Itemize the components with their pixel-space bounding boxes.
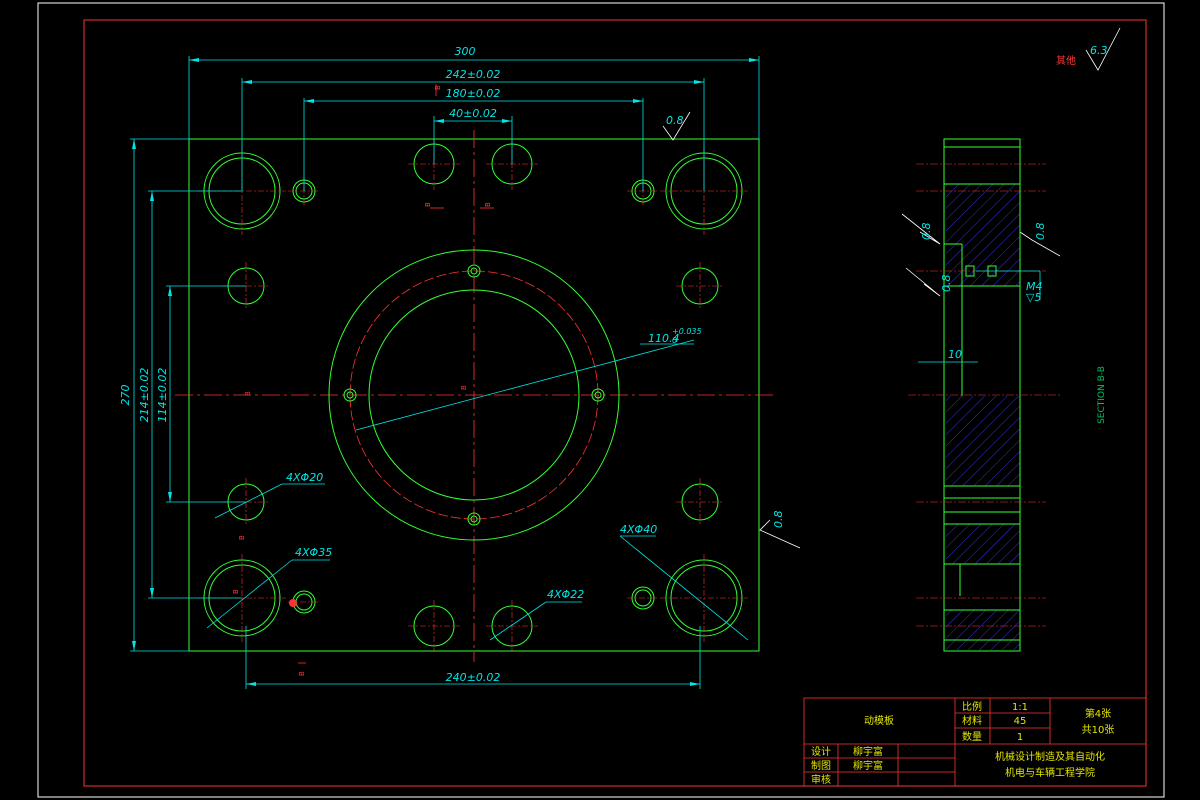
side-depth: ▽5 <box>1026 291 1041 304</box>
tb-sheet-no: 第4张 <box>1085 707 1111 720</box>
section-mark-8: B <box>298 671 306 676</box>
tb-part-name: 动模板 <box>864 714 894 727</box>
roughness-side-2: 0.8 <box>1034 223 1047 241</box>
dim-holes-20: 4XΦ20 <box>286 471 323 484</box>
dim-bore-tol-low: 0 <box>672 336 677 345</box>
dim-40: 40±0.02 <box>449 107 497 120</box>
section-label: SECTION B-B <box>1097 366 1107 424</box>
dim-114: 114±0.02 <box>156 368 169 423</box>
tb-scale-value: 1:1 <box>1012 702 1028 713</box>
section-mark-3: B <box>484 202 492 207</box>
roughness-top: 0.8 <box>666 114 684 127</box>
tb-qty-label: 数量 <box>962 730 982 743</box>
pin-fill <box>289 599 297 607</box>
dim-240: 240±0.02 <box>446 671 501 684</box>
roughness-right: 0.8 <box>772 511 785 529</box>
section-markers <box>298 84 494 664</box>
dim-300: 300 <box>455 45 476 58</box>
front-view: B B B B B B B B <box>175 84 775 676</box>
section-mark-6: B <box>238 535 246 540</box>
side-hatch-3 <box>946 524 1020 564</box>
section-mark-4: B <box>244 391 252 396</box>
side-offset-dim: 10 <box>948 348 962 361</box>
tb-drawing-label: 制图 <box>811 759 831 772</box>
side-hatch-4 <box>946 610 1020 650</box>
dim-holes-35: 4XΦ35 <box>295 546 332 559</box>
tb-drawing-name: 柳宇富 <box>853 759 883 772</box>
roughness-side-1: 0.8 <box>920 223 933 241</box>
tb-qty-value: 1 <box>1017 732 1023 743</box>
section-mark-1: B <box>434 85 442 90</box>
dim-holes-40: 4XΦ40 <box>620 523 657 536</box>
side-hatch-2 <box>946 396 1020 486</box>
engineering-drawing: B B B B B B B B 300 242±0.02 180±0.02 40… <box>37 2 1165 798</box>
roughness-symbols <box>662 27 1121 549</box>
section-mark-5: B <box>460 385 468 390</box>
tb-material-value: 45 <box>1014 716 1027 727</box>
tb-design-name: 柳宇富 <box>853 745 883 758</box>
tb-course: 机械设计制造及其自动化 <box>995 750 1105 763</box>
tb-scale-label: 比例 <box>962 700 982 713</box>
dim-180: 180±0.02 <box>446 87 501 100</box>
dim-270: 270 <box>119 385 132 406</box>
side-view: 10 M4 ▽5 0.8 0.8 0.8 SECTION B-B <box>908 138 1107 652</box>
corner-holes <box>203 152 743 637</box>
roughness-side-3: 0.8 <box>940 275 953 293</box>
dim-holes-22: 4XΦ22 <box>547 588 584 601</box>
roughness-general-value: 6.3 <box>1090 44 1108 57</box>
tb-material-label: 材料 <box>962 714 982 727</box>
tb-sheet-total: 共10张 <box>1082 724 1115 736</box>
section-mark-2: B <box>424 202 432 207</box>
dim-bore-tol: +0.035 <box>672 327 702 336</box>
dimension-arrows <box>132 58 759 686</box>
dim-214: 214±0.02 <box>138 368 151 423</box>
section-mark-7: B <box>232 589 240 594</box>
tb-review-label: 审核 <box>811 773 831 786</box>
dim-242: 242±0.02 <box>446 68 501 81</box>
dimension-lines <box>130 56 760 689</box>
roughness-general-label: 其他 <box>1056 54 1076 67</box>
tb-school: 机电与车辆工程学院 <box>1005 766 1095 779</box>
tb-design-label: 设计 <box>811 745 831 758</box>
